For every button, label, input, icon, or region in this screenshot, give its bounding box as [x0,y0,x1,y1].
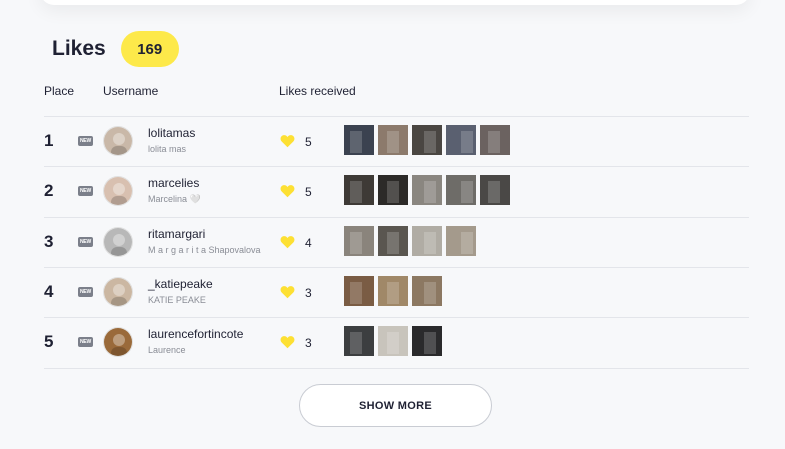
table-row[interactable]: 1 NEW lolitamas lolita mas 5 [44,116,749,167]
place-number: 3 [44,232,54,251]
avatar[interactable] [103,227,133,257]
likes-count: 3 [305,286,312,300]
top-card [40,0,750,5]
table-header: Place Username Likes received [0,84,785,100]
table-row[interactable]: 2 NEW marcelies Marcelina 🤍 5 [44,166,749,217]
heart-icon [280,135,295,148]
liked-photo-thumbnail[interactable] [446,226,476,256]
heart-icon [280,336,295,349]
avatar[interactable] [103,126,133,156]
liked-photo-thumbnail[interactable] [480,125,510,155]
username-link[interactable]: _katiepeake [148,277,213,291]
liked-photo-thumbnail[interactable] [412,226,442,256]
liked-photos [344,226,476,256]
liked-photo-thumbnail[interactable] [344,276,374,306]
section-title: Likes [52,37,106,60]
show-more-button[interactable]: SHOW MORE [299,384,492,427]
column-username: Username [103,84,159,98]
username-link[interactable]: lolitamas [148,126,195,140]
username-link[interactable]: laurencefortincote [148,327,243,341]
divider [44,368,749,369]
liked-photo-thumbnail[interactable] [378,326,408,356]
liked-photo-thumbnail[interactable] [344,175,374,205]
table-row[interactable]: 3 NEW ritamargari M a r g a r i t a Shap… [44,217,749,268]
heart-icon [280,286,295,299]
place-number: 1 [44,131,54,150]
place-number: 5 [44,332,54,351]
full-name: Laurence [148,345,186,355]
new-badge-icon: NEW [78,237,93,247]
liked-photo-thumbnail[interactable] [378,226,408,256]
liked-photo-thumbnail[interactable] [344,326,374,356]
liked-photo-thumbnail[interactable] [446,125,476,155]
full-name: lolita mas [148,144,187,154]
avatar[interactable] [103,176,133,206]
new-badge-icon: NEW [78,287,93,297]
username-link[interactable]: marcelies [148,176,199,190]
liked-photos [344,326,442,356]
liked-photos [344,125,510,155]
liked-photo-thumbnail[interactable] [412,326,442,356]
table-row[interactable]: 5 NEW laurencefortincote Laurence 3 [44,317,749,368]
username-link[interactable]: ritamargari [148,227,205,241]
avatar[interactable] [103,327,133,357]
heart-icon [280,236,295,249]
table-row[interactable]: 4 NEW _katiepeake KATIE PEAKE 3 [44,267,749,318]
likes-count: 5 [305,185,312,199]
likes-count: 3 [305,336,312,350]
full-name: M a r g a r i t a Shapovalova [148,245,261,255]
likes-total-badge: 169 [120,31,179,67]
likes-header: Likes 169 [52,31,179,67]
column-place: Place [44,84,75,98]
liked-photo-thumbnail[interactable] [378,175,408,205]
likes-count: 5 [305,135,312,149]
new-badge-icon: NEW [78,186,93,196]
liked-photos [344,276,442,306]
liked-photos [344,175,510,205]
liked-photo-thumbnail[interactable] [344,226,374,256]
full-name: Marcelina 🤍 [148,194,201,204]
liked-photo-thumbnail[interactable] [412,276,442,306]
heart-icon [280,185,295,198]
full-name: KATIE PEAKE [148,295,206,305]
column-likes-received: Likes received [279,84,356,98]
new-badge-icon: NEW [78,136,93,146]
liked-photo-thumbnail[interactable] [344,125,374,155]
place-number: 4 [44,282,54,301]
avatar[interactable] [103,277,133,307]
liked-photo-thumbnail[interactable] [480,175,510,205]
liked-photo-thumbnail[interactable] [412,175,442,205]
liked-photo-thumbnail[interactable] [378,276,408,306]
liked-photo-thumbnail[interactable] [446,175,476,205]
likes-count: 4 [305,236,312,250]
place-number: 2 [44,181,54,200]
new-badge-icon: NEW [78,337,93,347]
liked-photo-thumbnail[interactable] [412,125,442,155]
liked-photo-thumbnail[interactable] [378,125,408,155]
